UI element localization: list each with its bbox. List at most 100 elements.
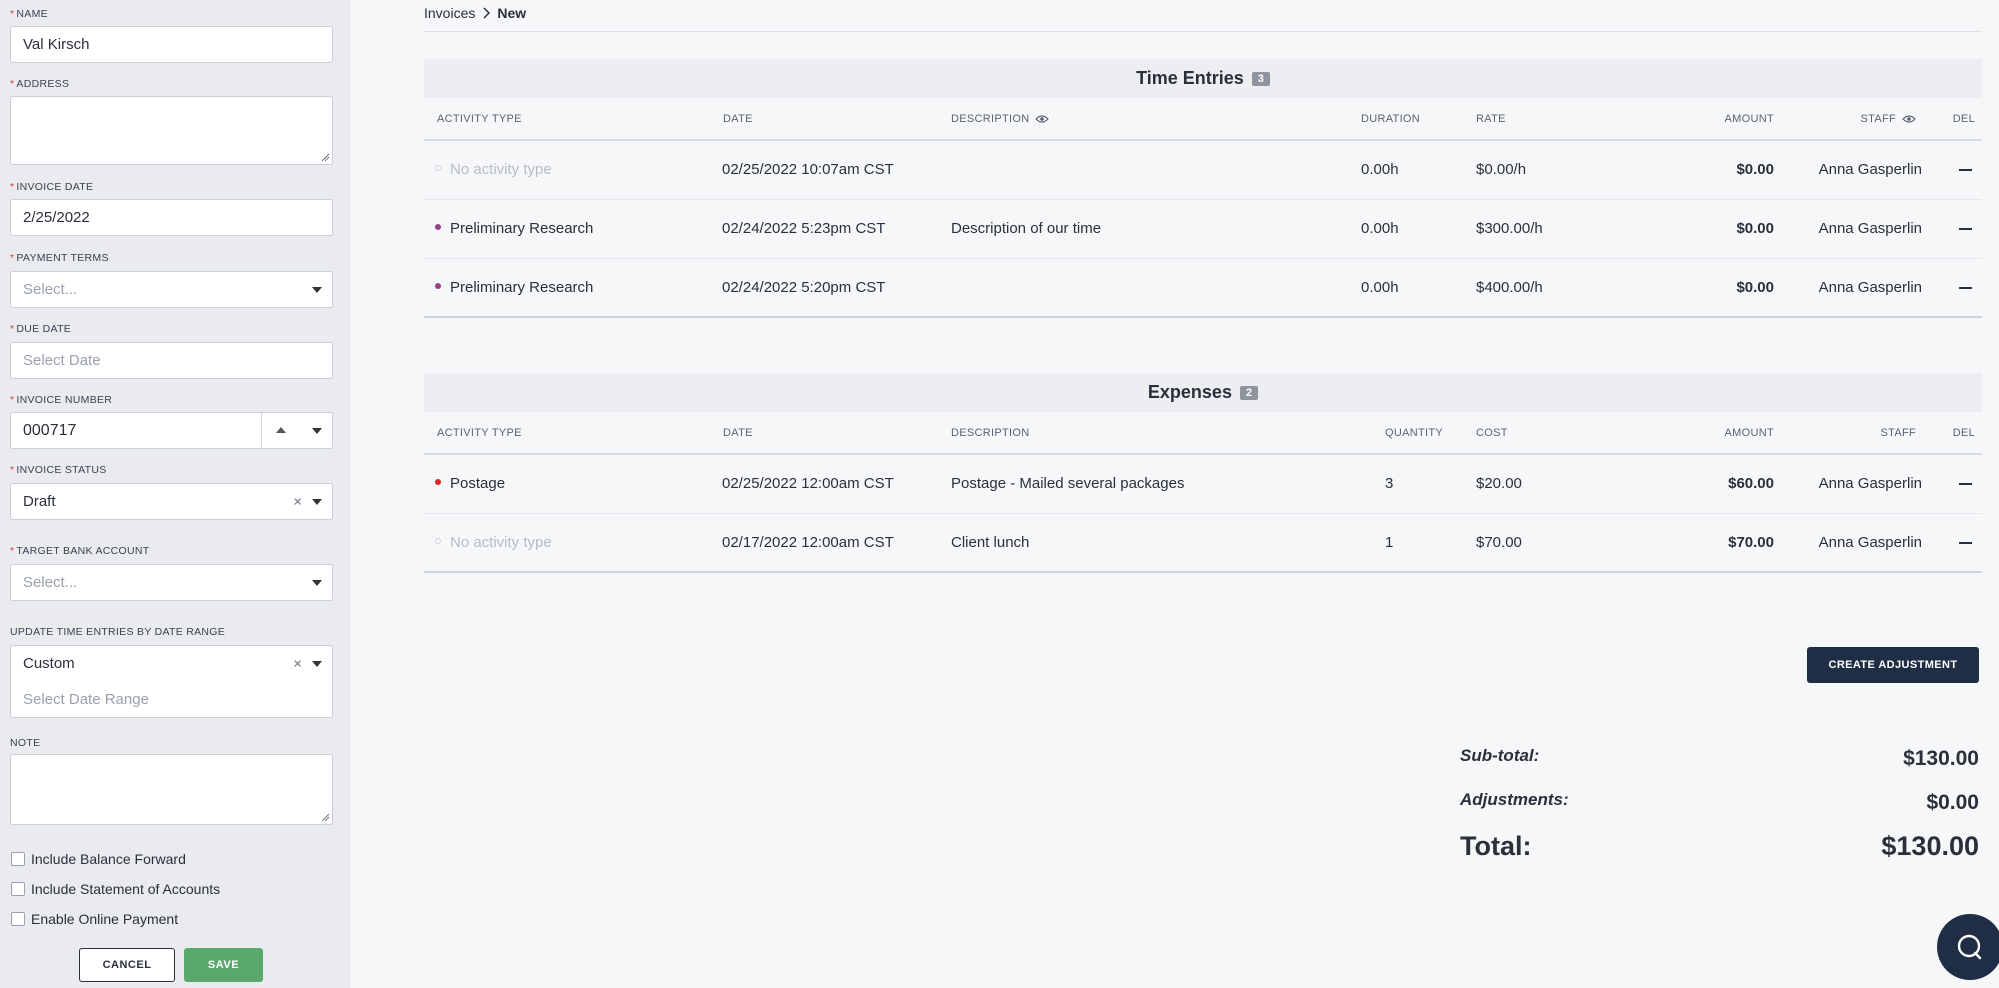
col-cost[interactable]: COST: [1476, 427, 1508, 439]
caret-down-icon[interactable]: [312, 660, 322, 667]
name-label: * NAME: [10, 8, 48, 20]
caret-down-icon[interactable]: [312, 286, 322, 293]
expenses-body: Postage 02/25/2022 12:00am CST Postage -…: [424, 455, 1982, 573]
expenses-count-badge: 2: [1239, 385, 1259, 400]
invoice-status-label: * INVOICE STATUS: [10, 464, 107, 476]
clear-icon[interactable]: ×: [293, 493, 302, 510]
time-entries-header: ACTIVITY TYPE DATE DESCRIPTION DURATION …: [424, 98, 1982, 141]
resize-grip-icon[interactable]: [320, 152, 330, 162]
cancel-button[interactable]: CANCEL: [79, 948, 175, 982]
invoice-status-select[interactable]: Draft ×: [10, 483, 333, 520]
chevron-right-icon: [483, 7, 491, 19]
col-duration[interactable]: DURATION: [1361, 113, 1420, 125]
date-cell: 02/24/2022 5:23pm CST: [722, 220, 886, 237]
rate-cell: $0.00/h: [1476, 161, 1527, 178]
balance-forward-checkbox[interactable]: Include Balance Forward: [11, 851, 186, 867]
duration-cell: 0.00h: [1361, 220, 1399, 237]
statement-of-accounts-checkbox[interactable]: Include Statement of Accounts: [11, 881, 220, 897]
cost-cell: $70.00: [1476, 534, 1522, 551]
col-description[interactable]: DESCRIPTION: [951, 427, 1029, 439]
col-amount[interactable]: AMOUNT: [1725, 427, 1774, 439]
invoice-number-label: * INVOICE NUMBER: [10, 394, 113, 406]
chat-launcher-button[interactable]: [1937, 914, 1999, 980]
eye-icon[interactable]: [1902, 114, 1916, 124]
date-range-label: UPDATE TIME ENTRIES BY DATE RANGE: [10, 626, 226, 638]
time-entries-section: Time Entries 3 ACTIVITY TYPE DATE DESCRIP…: [424, 59, 1982, 318]
table-row[interactable]: Preliminary Research 02/24/2022 5:23pm C…: [424, 200, 1982, 259]
col-staff[interactable]: STAFF: [1860, 113, 1916, 125]
checkbox-box[interactable]: [11, 882, 25, 896]
col-activity-type[interactable]: ACTIVITY TYPE: [437, 427, 522, 439]
breadcrumb-current: New: [497, 5, 527, 21]
activity-dot-icon: [435, 283, 441, 290]
staff-cell: Anna Gasperlin: [1818, 161, 1922, 178]
name-input[interactable]: Val Kirsch: [10, 26, 333, 63]
activity-cell: Preliminary Research: [435, 279, 593, 296]
col-date[interactable]: DATE: [723, 427, 753, 439]
minus-icon[interactable]: [1959, 287, 1972, 289]
subtotal-value: $130.00: [1903, 747, 1979, 770]
rate-cell: $400.00/h: [1476, 279, 1543, 296]
eye-icon[interactable]: [1035, 114, 1050, 124]
time-entries-body: No activity type 02/25/2022 10:07am CST …: [424, 141, 1982, 318]
caret-up-icon[interactable]: [276, 426, 286, 433]
invoice-date-input[interactable]: 2/25/2022: [10, 199, 333, 236]
checkbox-box[interactable]: [11, 852, 25, 866]
date-cell: 02/25/2022 10:07am CST: [722, 161, 894, 178]
online-payment-checkbox[interactable]: Enable Online Payment: [11, 911, 178, 927]
minus-icon[interactable]: [1959, 542, 1972, 544]
col-quantity[interactable]: QUANTITY: [1385, 427, 1443, 439]
chat-icon: [1957, 934, 1982, 960]
invoice-form-sidebar: * NAME Val Kirsch * ADDRESS * INVOICE DATE …: [0, 0, 350, 988]
staff-cell: Anna Gasperlin: [1818, 475, 1922, 492]
create-adjustment-button[interactable]: CREATE ADJUSTMENT: [1807, 647, 1979, 683]
spinner-divider: [261, 413, 262, 448]
invoice-number-input[interactable]: 000717: [10, 412, 333, 449]
payment-terms-select[interactable]: Select...: [10, 271, 333, 308]
target-bank-account-select[interactable]: Select...: [10, 564, 333, 601]
due-date-label: * DUE DATE: [10, 323, 72, 335]
col-description[interactable]: DESCRIPTION: [951, 113, 1050, 125]
resize-grip-icon[interactable]: [320, 812, 330, 822]
caret-down-icon[interactable]: [312, 498, 322, 505]
col-rate[interactable]: RATE: [1476, 113, 1506, 125]
activity-cell: No activity type: [435, 534, 552, 551]
caret-down-icon[interactable]: [312, 579, 322, 586]
col-del: DEL: [1952, 113, 1975, 125]
amount-cell: $70.00: [1728, 534, 1774, 551]
breadcrumb-invoices-link[interactable]: Invoices: [424, 5, 475, 21]
minus-icon[interactable]: [1959, 483, 1972, 485]
date-cell: 02/17/2022 12:00am CST: [722, 534, 894, 551]
activity-dot-icon: [435, 479, 441, 486]
target-bank-account-label: * TARGET BANK ACCOUNT: [10, 545, 150, 557]
col-activity-type[interactable]: ACTIVITY TYPE: [437, 113, 522, 125]
address-textarea[interactable]: [10, 96, 333, 165]
date-range-input[interactable]: Select Date Range: [10, 681, 333, 718]
minus-icon[interactable]: [1959, 228, 1972, 230]
col-amount[interactable]: AMOUNT: [1725, 113, 1774, 125]
activity-cell: Postage: [435, 475, 505, 492]
staff-cell: Anna Gasperlin: [1818, 534, 1922, 551]
col-del: DEL: [1952, 427, 1975, 439]
table-row[interactable]: Preliminary Research 02/24/2022 5:20pm C…: [424, 259, 1982, 318]
save-button[interactable]: SAVE: [184, 948, 263, 982]
col-staff[interactable]: STAFF: [1880, 427, 1916, 439]
table-row[interactable]: No activity type 02/17/2022 12:00am CST …: [424, 514, 1982, 573]
description-cell: Client lunch: [951, 534, 1030, 551]
clear-icon[interactable]: ×: [293, 655, 302, 672]
table-row[interactable]: Postage 02/25/2022 12:00am CST Postage -…: [424, 455, 1982, 514]
col-date[interactable]: DATE: [723, 113, 753, 125]
duration-cell: 0.00h: [1361, 161, 1399, 178]
due-date-input[interactable]: Select Date: [10, 342, 333, 379]
checkbox-box[interactable]: [11, 912, 25, 926]
caret-down-icon[interactable]: [312, 427, 322, 434]
minus-icon[interactable]: [1959, 169, 1972, 171]
breadcrumb: Invoices New: [424, 5, 526, 21]
breadcrumb-divider: [424, 31, 1982, 32]
date-range-select[interactable]: Custom ×: [10, 645, 333, 682]
staff-cell: Anna Gasperlin: [1818, 279, 1922, 296]
total-value: $130.00: [1881, 831, 1979, 861]
note-textarea[interactable]: [10, 754, 333, 825]
table-row[interactable]: No activity type 02/25/2022 10:07am CST …: [424, 141, 1982, 200]
invoice-date-label: * INVOICE DATE: [10, 181, 94, 193]
